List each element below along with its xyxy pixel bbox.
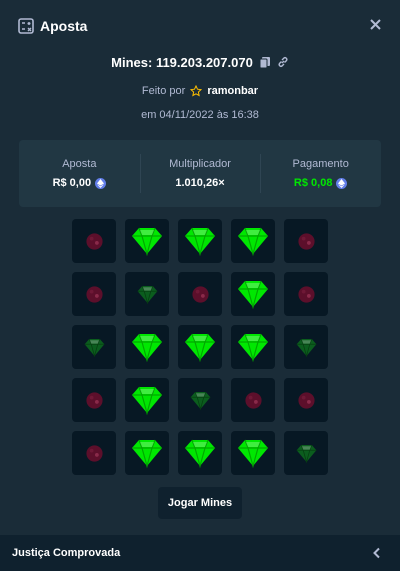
stat-payout-value-wrap: R$ 0,08	[294, 177, 348, 189]
link-icon[interactable]	[277, 56, 289, 68]
tile-mine[interactable]	[178, 272, 222, 316]
copy-icon[interactable]	[259, 56, 271, 68]
tile-gem[interactable]	[178, 325, 222, 369]
stat-multiplier-value: 1.010,26×	[175, 177, 225, 189]
bet-stats: Aposta R$ 0,00 Multiplicador 1.010,26× P…	[19, 140, 381, 207]
mine-icon	[297, 285, 316, 304]
gem-icon	[184, 225, 216, 257]
ticket-icon	[18, 18, 34, 34]
mine-icon	[85, 391, 104, 410]
gem-icon	[131, 331, 163, 363]
gem-icon	[184, 331, 216, 363]
gem-icon	[296, 443, 317, 464]
tile-gem-unrevealed[interactable]	[284, 325, 328, 369]
author-name[interactable]: ramonbar	[207, 85, 258, 97]
coin-icon	[336, 177, 348, 189]
tile-mine[interactable]	[284, 378, 328, 422]
provably-fair-label: Justiça Comprovada	[12, 547, 121, 559]
game-id-line: Mines: 119.203.207.070	[0, 53, 400, 71]
mine-icon	[191, 285, 210, 304]
stat-bet-value-wrap: R$ 0,00	[53, 177, 107, 189]
modal-title: Aposta	[40, 18, 88, 34]
tile-gem[interactable]	[231, 325, 275, 369]
tile-gem[interactable]	[125, 325, 169, 369]
mine-icon	[85, 232, 104, 251]
stat-bet-value: R$ 0,00	[52, 177, 92, 189]
tile-mine[interactable]	[284, 272, 328, 316]
mine-icon	[244, 391, 263, 410]
mine-icon	[85, 444, 104, 463]
tile-gem[interactable]	[178, 431, 222, 475]
stat-bet-label: Aposta	[62, 158, 97, 170]
tile-mine[interactable]	[72, 219, 116, 263]
tile-mine[interactable]	[72, 431, 116, 475]
gem-icon	[137, 284, 158, 305]
stat-payout-label: Pagamento	[292, 158, 349, 170]
mine-icon	[85, 285, 104, 304]
bet-date: em 04/11/2022 às 16:38	[141, 109, 259, 121]
tile-gem-unrevealed[interactable]	[178, 378, 222, 422]
gem-icon	[237, 225, 269, 257]
game-id: Mines: 119.203.207.070	[111, 54, 253, 70]
coin-icon	[95, 177, 107, 189]
provably-fair-bar[interactable]: Justiça Comprovada	[0, 535, 400, 571]
tile-gem-unrevealed[interactable]	[72, 325, 116, 369]
author-prefix: Feito por	[141, 85, 186, 97]
stat-multiplier: Multiplicador 1.010,26×	[139, 140, 261, 207]
gem-icon	[237, 437, 269, 469]
gem-icon	[237, 278, 269, 310]
tile-gem[interactable]	[178, 219, 222, 263]
chevron-left-icon[interactable]	[372, 547, 382, 559]
tile-gem[interactable]	[125, 431, 169, 475]
gem-icon	[131, 225, 163, 257]
gem-icon	[184, 437, 216, 469]
tile-gem[interactable]	[231, 272, 275, 316]
gem-icon	[131, 384, 163, 416]
mine-icon	[297, 391, 316, 410]
tile-mine[interactable]	[72, 378, 116, 422]
tile-gem-unrevealed[interactable]	[284, 431, 328, 475]
tile-gem[interactable]	[125, 378, 169, 422]
stat-payout: Pagamento R$ 0,08	[260, 140, 381, 207]
close-icon[interactable]	[368, 17, 382, 31]
stat-bet: Aposta R$ 0,00	[19, 140, 140, 207]
tile-mine[interactable]	[284, 219, 328, 263]
tile-gem-unrevealed[interactable]	[125, 272, 169, 316]
modal-header: Aposta	[0, 0, 400, 52]
mines-board	[72, 219, 328, 475]
gem-icon	[296, 337, 317, 358]
stat-multiplier-label: Multiplicador	[169, 158, 231, 170]
star-icon	[190, 85, 203, 97]
gem-icon	[237, 331, 269, 363]
mine-icon	[297, 232, 316, 251]
tile-mine[interactable]	[231, 378, 275, 422]
tile-mine[interactable]	[72, 272, 116, 316]
tile-gem[interactable]	[125, 219, 169, 263]
gem-icon	[190, 390, 211, 411]
author-line: Feito por ramonbar	[0, 82, 400, 100]
tile-gem[interactable]	[231, 219, 275, 263]
stat-payout-value: R$ 0,08	[293, 177, 333, 189]
gem-icon	[131, 437, 163, 469]
gem-icon	[84, 337, 105, 358]
play-mines-button[interactable]: Jogar Mines	[158, 487, 242, 519]
tile-gem[interactable]	[231, 431, 275, 475]
